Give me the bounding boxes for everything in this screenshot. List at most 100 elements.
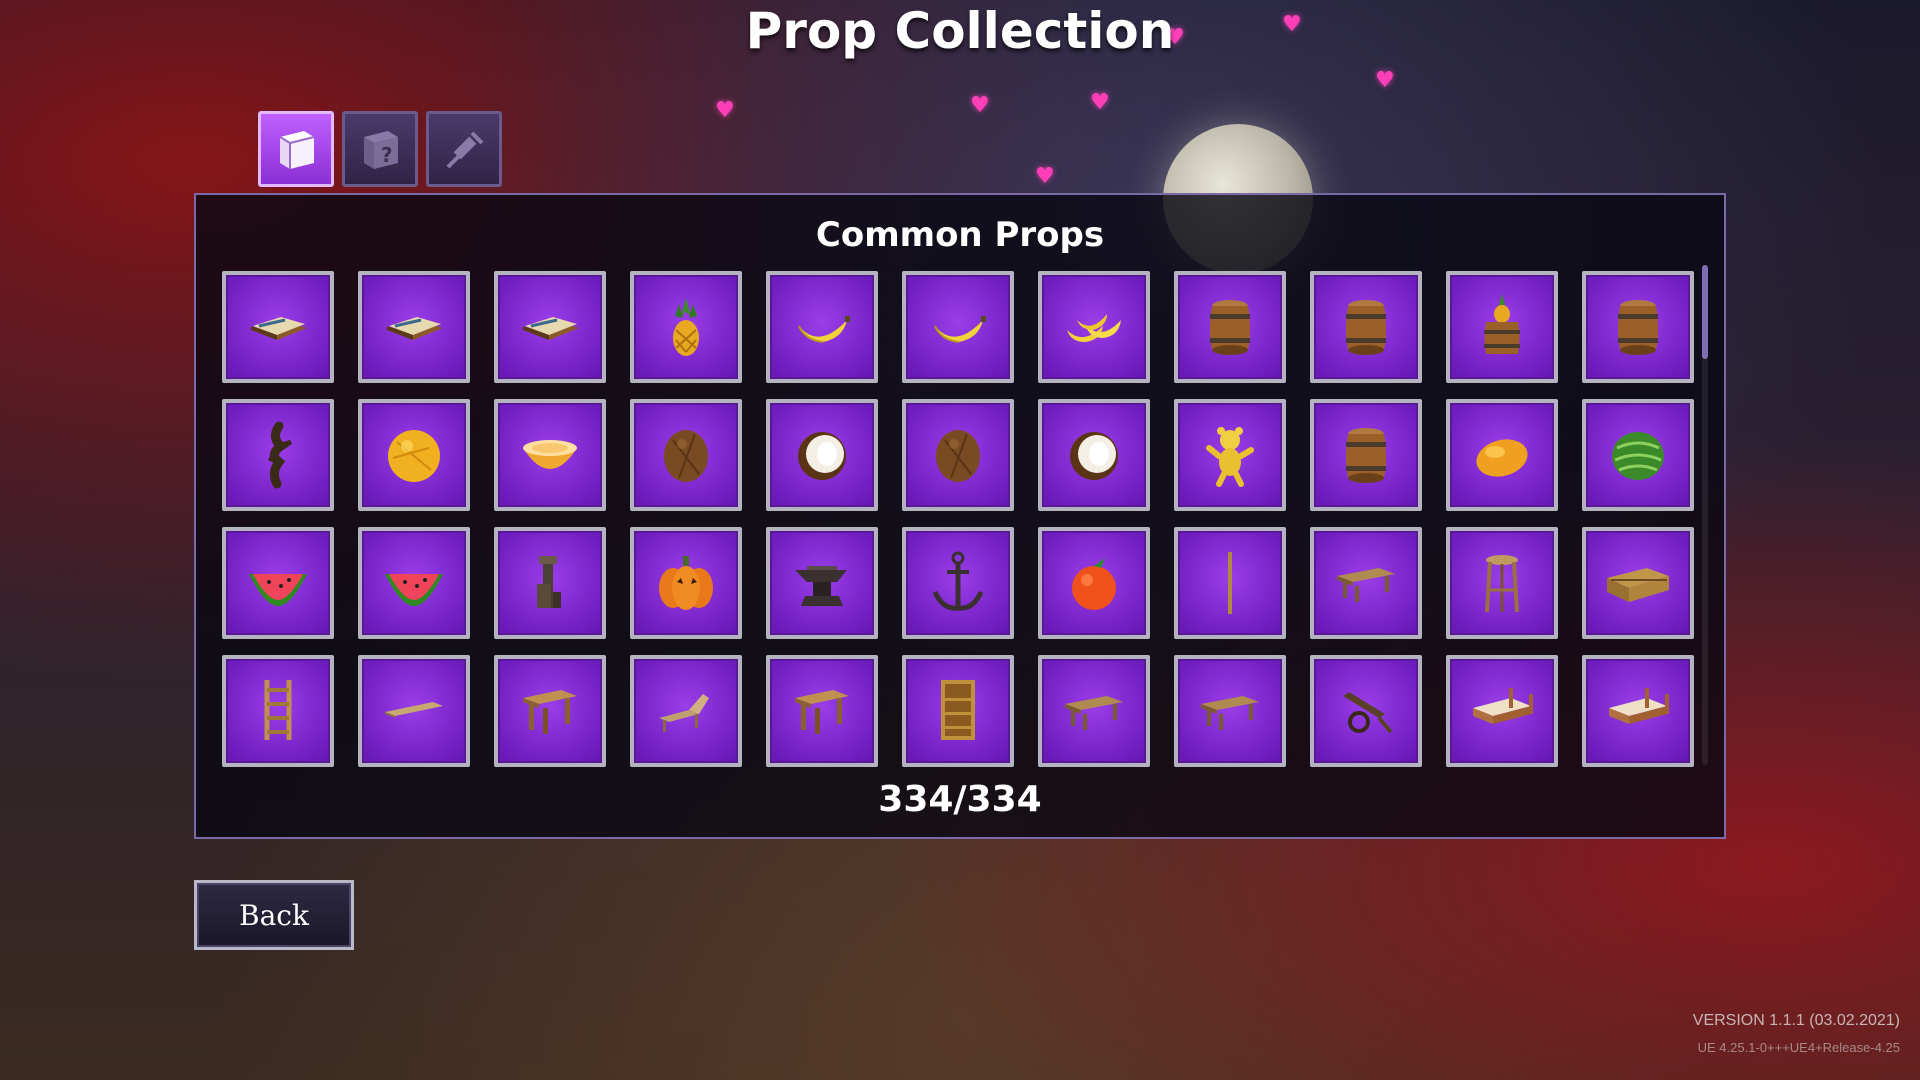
melon-icon [388, 430, 440, 482]
barrel-icon [1346, 300, 1386, 355]
prop-slot[interactable] [766, 271, 878, 383]
tab-props[interactable] [258, 111, 334, 187]
coconut-icon [936, 430, 980, 482]
prop-slot[interactable] [1446, 655, 1558, 767]
teddy-bear-icon [1206, 427, 1254, 487]
prop-slot[interactable] [766, 655, 878, 767]
prop-slot[interactable] [358, 527, 470, 639]
bench-icon [1065, 696, 1123, 730]
heart-particle: ♥ [1035, 164, 1055, 189]
prop-slot[interactable] [1446, 527, 1558, 639]
prop-slot[interactable] [1446, 271, 1558, 383]
pineapple-icon [673, 298, 699, 356]
anvil-icon [795, 566, 847, 606]
prop-slot[interactable] [1582, 271, 1694, 383]
collection-counter: 334/334 [878, 779, 1042, 820]
watermelon-slice-icon [385, 574, 443, 606]
scrollbar[interactable] [1702, 265, 1708, 765]
prop-slot[interactable] [1310, 527, 1422, 639]
prop-slot[interactable] [494, 271, 606, 383]
tab-tools[interactable] [426, 111, 502, 187]
cube-icon [279, 131, 315, 169]
prop-slot[interactable] [1582, 527, 1694, 639]
watermelon-icon [1612, 432, 1664, 480]
prop-slot[interactable] [494, 655, 606, 767]
prop-slot[interactable] [630, 399, 742, 511]
page-title: Prop Collection [745, 2, 1175, 60]
props-grid [222, 271, 1694, 767]
table-icon [795, 690, 849, 734]
prop-slot[interactable] [630, 271, 742, 383]
table-icon [523, 690, 577, 734]
prop-slot[interactable] [902, 527, 1014, 639]
coconut-half-icon [798, 432, 846, 480]
syringe-icon [446, 131, 484, 169]
barrel-icon [1346, 428, 1386, 483]
cart-icon [1343, 692, 1393, 734]
lounge-chair-icon [659, 694, 709, 732]
plank-icon [385, 702, 443, 718]
engine-label: UE 4.25.1-0+++UE4+Release-4.25 [1697, 1040, 1900, 1055]
panel-title: Common Props [815, 215, 1105, 255]
prop-slot[interactable] [222, 527, 334, 639]
book-icon [523, 317, 579, 340]
prop-slot[interactable] [1038, 527, 1150, 639]
coconut-icon [664, 430, 708, 482]
prop-slot[interactable] [358, 399, 470, 511]
prop-slot[interactable] [222, 399, 334, 511]
prop-slot[interactable] [766, 399, 878, 511]
prop-slot[interactable] [494, 399, 606, 511]
stick-icon [1228, 552, 1232, 614]
root-icon [268, 421, 292, 489]
prop-slot[interactable] [902, 399, 1014, 511]
heart-particle: ♥ [715, 98, 735, 123]
prop-slot[interactable] [1310, 655, 1422, 767]
crate-icon [1607, 568, 1669, 602]
barrel-icon [1618, 300, 1658, 355]
banana-bunch-icon [1067, 314, 1121, 342]
prop-slot[interactable] [358, 655, 470, 767]
bench-icon [1201, 696, 1259, 730]
bed-icon [1473, 688, 1533, 724]
prop-slot[interactable] [1038, 271, 1150, 383]
prop-slot[interactable] [222, 271, 334, 383]
bench-icon [1337, 568, 1395, 602]
tab-mystery[interactable]: ? [342, 111, 418, 187]
heart-particle: ♥ [970, 93, 990, 118]
mystery-box-icon: ? [364, 131, 398, 169]
version-label: VERSION 1.1.1 (03.02.2021) [1692, 1012, 1900, 1029]
prop-slot[interactable] [766, 527, 878, 639]
prop-slot[interactable] [902, 655, 1014, 767]
prop-slot[interactable] [1174, 527, 1286, 639]
prop-slot[interactable] [494, 527, 606, 639]
props-panel: Common Props 334/334 [194, 193, 1726, 839]
pineapple-barrel-icon [1484, 294, 1520, 354]
prop-slot[interactable] [1446, 399, 1558, 511]
prop-slot[interactable] [1038, 655, 1150, 767]
book-icon [387, 317, 443, 340]
prop-slot[interactable] [1582, 399, 1694, 511]
prop-slot[interactable] [1582, 655, 1694, 767]
scrollbar-thumb[interactable] [1702, 265, 1708, 359]
stool-icon [1485, 555, 1519, 613]
heart-particle: ♥ [1090, 90, 1110, 115]
prop-slot[interactable] [222, 655, 334, 767]
anchor-icon [932, 551, 984, 611]
prop-slot[interactable] [1310, 399, 1422, 511]
svg-text:?: ? [381, 143, 393, 167]
prop-slot[interactable] [1174, 399, 1286, 511]
back-button[interactable]: Back [194, 880, 354, 950]
shelf-icon [941, 680, 975, 740]
prop-slot[interactable] [630, 527, 742, 639]
prop-slot[interactable] [1174, 655, 1286, 767]
prop-slot[interactable] [1174, 271, 1286, 383]
prop-slot[interactable] [902, 271, 1014, 383]
prop-slot[interactable] [1038, 399, 1150, 511]
barrel-icon [1210, 300, 1250, 355]
prop-slot[interactable] [1310, 271, 1422, 383]
mango-icon [1476, 439, 1528, 477]
coconut-half-icon [1070, 432, 1118, 480]
prop-slot[interactable] [630, 655, 742, 767]
prop-slot[interactable] [358, 271, 470, 383]
banana-icon [798, 316, 850, 343]
